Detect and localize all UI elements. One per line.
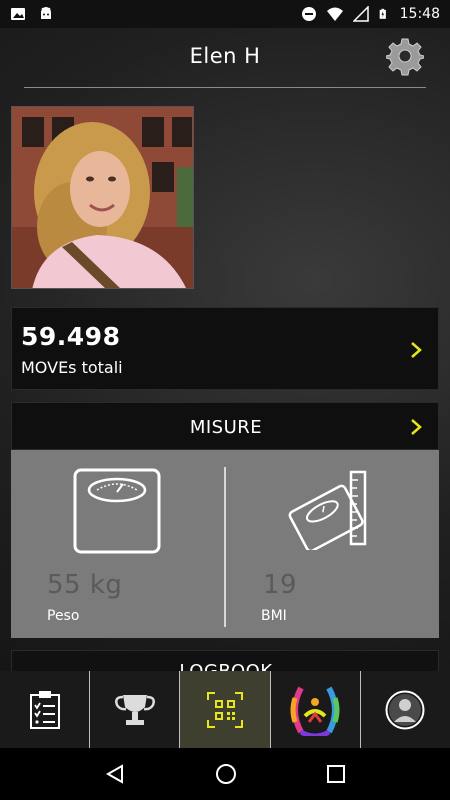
page-title: Elen H — [189, 44, 261, 68]
status-time: 15:48 — [399, 6, 440, 22]
android-icon — [41, 7, 51, 19]
battery-charging-icon — [379, 8, 386, 19]
scale-ruler-icon[interactable] — [287, 470, 379, 550]
image-icon — [11, 8, 25, 20]
nav-item-profile[interactable] — [361, 671, 450, 748]
nav-item-trophy[interactable] — [90, 671, 181, 748]
back-icon[interactable] — [104, 763, 126, 785]
nav-item-logo[interactable] — [271, 671, 361, 748]
misure-title: MISURE — [189, 417, 263, 438]
do-not-disturb-icon — [301, 7, 316, 21]
misure-body: 55 kg Peso 19 BMI — [11, 450, 439, 638]
weight-label: Peso — [47, 608, 80, 624]
user-icon — [385, 690, 425, 729]
bmi-label: BMI — [261, 608, 287, 624]
chevron-right-icon — [411, 342, 422, 358]
moves-value: 59.498 — [21, 322, 121, 351]
avatar[interactable] — [11, 106, 194, 289]
trophy-icon — [114, 694, 155, 725]
signal-icon — [352, 6, 369, 22]
misure-divider — [224, 467, 226, 627]
weight-value: 55 kg — [47, 570, 123, 600]
bottom-nav — [0, 671, 450, 748]
moves-card[interactable]: 59.498 MOVEs totali — [11, 307, 439, 390]
gear-icon[interactable] — [386, 38, 424, 76]
wifi-icon — [326, 7, 343, 21]
header-divider — [24, 87, 426, 88]
system-nav-bar — [0, 748, 450, 800]
scale-icon[interactable] — [73, 468, 161, 554]
home-icon[interactable] — [215, 763, 237, 785]
nav-item-qr[interactable] — [180, 671, 271, 748]
header: Elen H — [0, 28, 450, 88]
qr-code-icon — [207, 691, 243, 728]
status-bar: 15:48 — [0, 0, 450, 28]
clipboard-icon — [29, 690, 60, 729]
recents-icon[interactable] — [326, 764, 346, 784]
profile-photo — [12, 107, 193, 288]
colorful-logo-icon — [290, 686, 340, 736]
bmi-value: 19 — [263, 570, 298, 600]
chevron-right-icon — [411, 419, 422, 435]
moves-label: MOVEs totali — [21, 358, 123, 377]
misure-header[interactable]: MISURE — [11, 402, 439, 450]
nav-item-activities[interactable] — [0, 671, 91, 748]
